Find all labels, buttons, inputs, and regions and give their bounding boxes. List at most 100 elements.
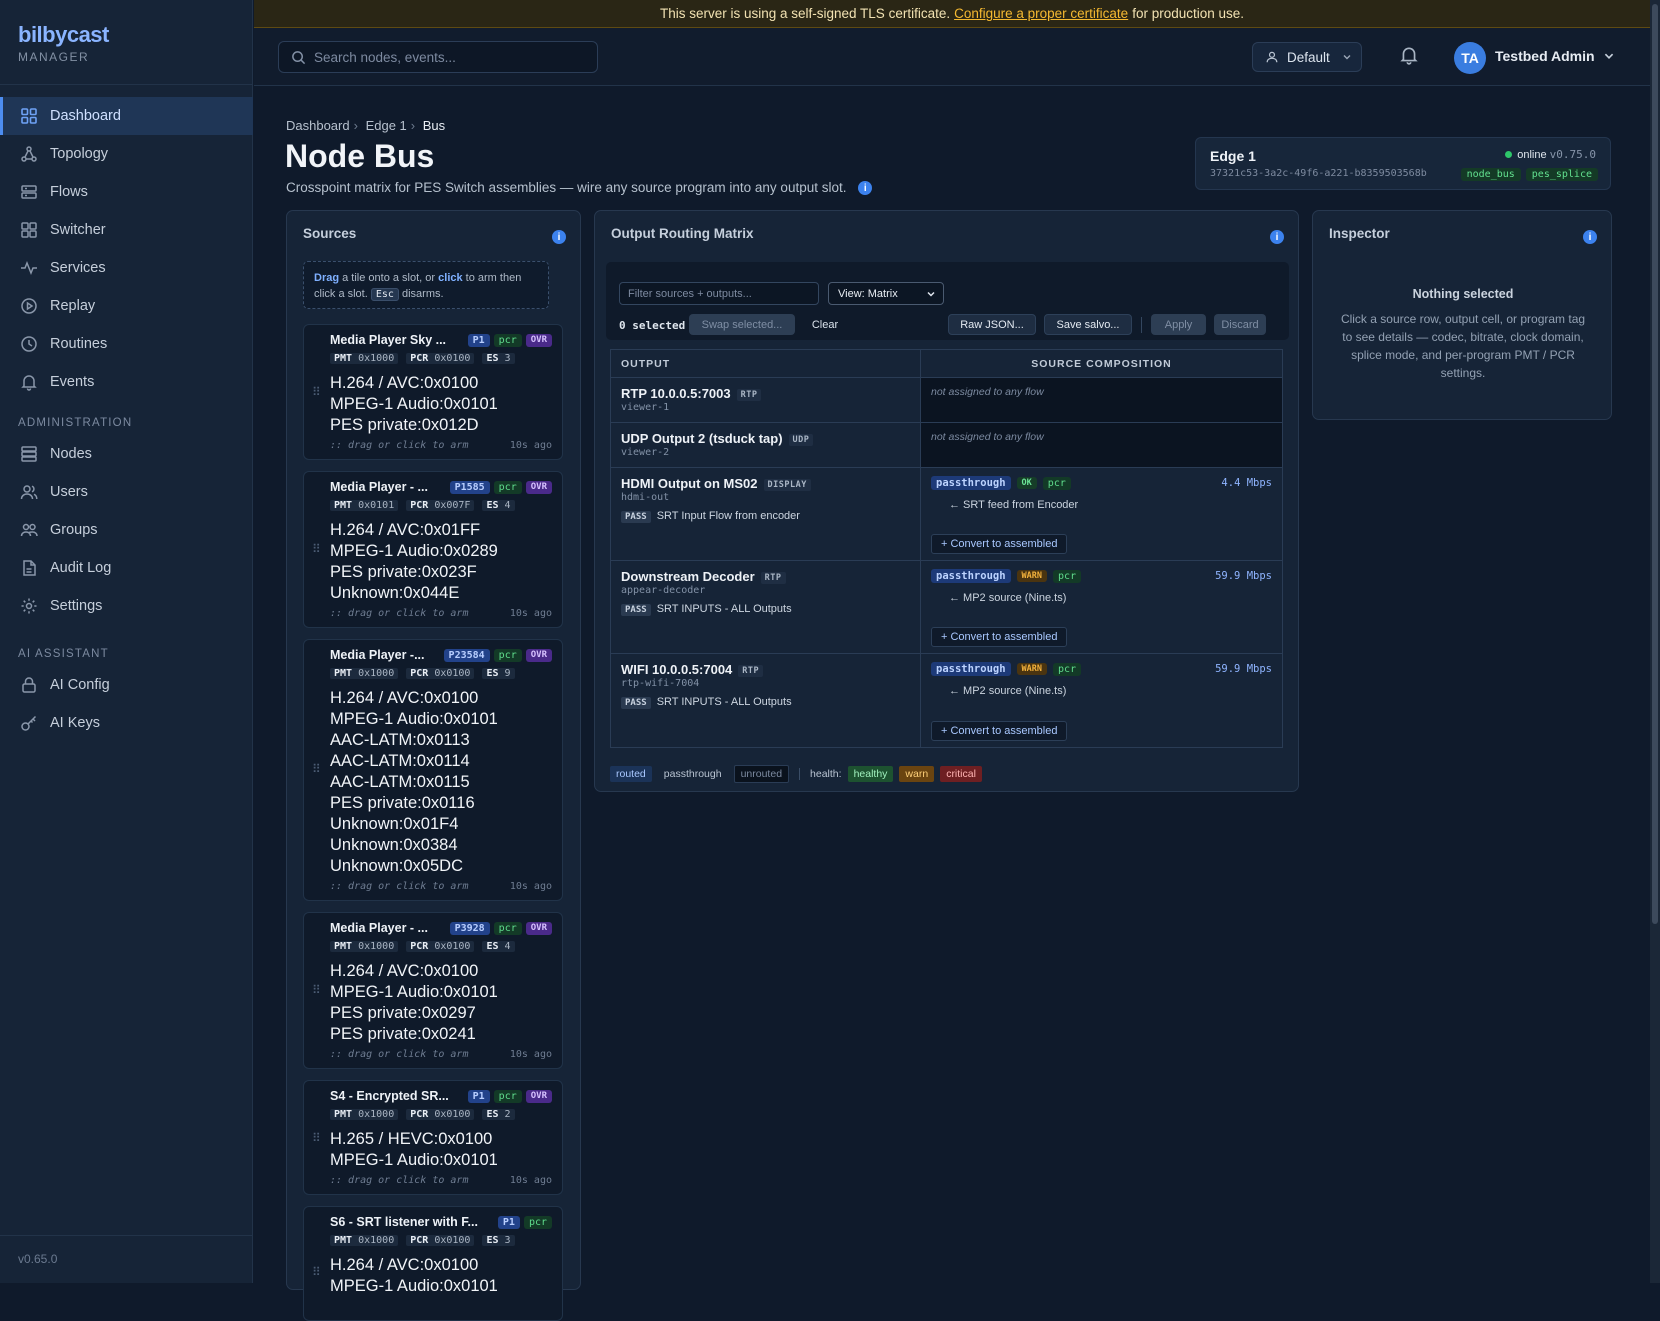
info-icon[interactable]: i — [858, 181, 873, 196]
bell-icon — [21, 375, 37, 391]
clear-button[interactable]: Clear — [805, 314, 845, 335]
brand-logo[interactable]: bilbycast MANAGER — [18, 22, 109, 64]
info-icon[interactable]: i — [1270, 230, 1284, 244]
flow-name: SRT INPUTS - ALL Outputs — [656, 603, 792, 615]
mode-badge[interactable]: passthrough — [931, 662, 1011, 676]
stream-line: H.264 / AVC:0x0100 — [330, 374, 479, 392]
mode-badge[interactable]: passthrough — [931, 569, 1011, 583]
configure-certificate-link[interactable]: Configure a proper certificate — [954, 6, 1128, 21]
mode-badge[interactable]: passthrough — [931, 476, 1011, 490]
source-name: S4 - Encrypted SR... — [330, 1089, 449, 1103]
search-input[interactable]: Search nodes, events... — [278, 41, 598, 73]
view-select[interactable]: View: Matrix — [828, 282, 944, 305]
drag-handle-icon[interactable]: ⠿ — [312, 1131, 321, 1145]
composition-cell[interactable]: passthrough OK pcr 4.4 Mbps ← SRT feed fro… — [921, 468, 1282, 560]
program-badge[interactable]: P23584 — [443, 649, 490, 662]
source-tile[interactable]: Media Player Sky ... P1 pcr OVR PMT 0x1000… — [303, 324, 563, 460]
sidebar-item-groups[interactable]: Groups — [0, 511, 253, 549]
source-age: 10s ago — [509, 881, 552, 892]
save-salvo-button[interactable]: Save salvo... — [1044, 314, 1132, 335]
sidebar-item-ai-config[interactable]: AI Config — [0, 666, 253, 704]
avatar[interactable]: TA — [1454, 42, 1486, 74]
legend-critical: critical — [940, 766, 982, 782]
sidebar-item-label: Replay — [50, 298, 96, 314]
table-row[interactable]: UDP Output 2 (tsduck tap) UDP viewer-2 not… — [611, 423, 1282, 468]
convert-to-assembled-button[interactable]: + Convert to assembled — [931, 721, 1068, 741]
info-icon[interactable]: i — [552, 230, 566, 244]
stream-line: H.264 / AVC:0x0100 — [330, 689, 479, 707]
table-row[interactable]: Downstream Decoder RTP appear-decoder PASS S… — [611, 561, 1282, 654]
sidebar-item-nodes[interactable]: Nodes — [0, 435, 253, 473]
pmt-pid: 0x1000 — [358, 353, 395, 364]
source-tile[interactable]: S4 - Encrypted SR... P1 pcr OVR PMT 0x1000… — [303, 1080, 563, 1195]
chevron-down-icon — [1343, 55, 1351, 60]
filter-input[interactable]: Filter sources + outputs... — [619, 282, 819, 305]
convert-to-assembled-button[interactable]: + Convert to assembled — [931, 627, 1068, 647]
table-row[interactable]: RTP 10.0.0.5:7003 RTP viewer-1 not assigne… — [611, 378, 1282, 423]
composition-cell[interactable]: passthrough WARN pcr 59.9 Mbps ← MP2 sourc… — [921, 654, 1282, 747]
program-badge[interactable]: P1 — [497, 1216, 520, 1229]
elementary-streams: H.264 / AVC:0x0100 MPEG-1 Audio:0x0101 P… — [330, 373, 498, 436]
gear-icon — [21, 598, 37, 614]
program-badge[interactable]: P3928 — [449, 922, 490, 935]
source-tile[interactable]: Media Player - ... P3928 pcr OVR PMT 0x100… — [303, 912, 563, 1069]
raw-json-button[interactable]: Raw JSON... — [948, 314, 1036, 335]
es-count: 4 — [504, 500, 511, 511]
table-row[interactable]: HDMI Output on MS02 DISPLAY hdmi-out PASS SR… — [611, 468, 1282, 561]
sidebar-item-events[interactable]: Events — [0, 363, 253, 401]
drag-handle-icon[interactable]: ⠿ — [312, 983, 321, 997]
breadcrumb-dashboard[interactable]: Dashboard — [286, 118, 350, 133]
discard-button[interactable]: Discard — [1214, 314, 1266, 335]
document-icon — [23, 560, 36, 576]
stream-line: H.264 / AVC:0x0100 — [330, 962, 479, 980]
sidebar-item-flows[interactable]: Flows — [0, 173, 253, 211]
source-tile[interactable]: Media Player -... P23584 pcr OVR PMT 0x100… — [303, 639, 563, 901]
composition-column-header: SOURCE COMPOSITION — [1031, 357, 1172, 370]
drag-handle-icon[interactable]: ⠿ — [312, 1265, 321, 1279]
sidebar-item-users[interactable]: Users — [0, 473, 253, 511]
user-name[interactable]: Testbed Admin — [1495, 48, 1595, 64]
sidebar-item-replay[interactable]: Replay — [0, 287, 253, 325]
notifications-button[interactable] — [1399, 45, 1419, 68]
node-card[interactable]: Edge 1 37321c53-3a2c-49f6-a221-b83595035… — [1195, 137, 1611, 190]
sidebar-item-settings[interactable]: Settings — [0, 587, 253, 625]
stream-line: H.264 / AVC:0x01FF — [330, 521, 481, 539]
sidebar-item-topology[interactable]: Topology — [0, 135, 253, 173]
drag-handle-icon[interactable]: ⠿ — [312, 385, 321, 399]
drag-handle-icon[interactable]: ⠿ — [312, 542, 321, 556]
table-row[interactable]: WIFI 10.0.0.5:7004 RTP rtp-wifi-7004 PASS SR… — [611, 654, 1282, 747]
breadcrumb-edge-1[interactable]: Edge 1 — [366, 118, 407, 133]
pcr-badge: pcr — [493, 334, 522, 347]
sidebar-item-switcher[interactable]: Switcher — [0, 211, 253, 249]
banner-suffix: for production use. — [1132, 6, 1245, 21]
workspace-selector[interactable]: Default — [1252, 42, 1362, 72]
sidebar-item-label: Groups — [50, 522, 98, 538]
program-badge[interactable]: P1 — [467, 1090, 490, 1103]
inspector-empty-description: Click a source row, output cell, or prog… — [1340, 312, 1586, 380]
composition-cell[interactable]: not assigned to any flow — [921, 423, 1282, 467]
sidebar-item-services[interactable]: Services — [0, 249, 253, 287]
chevron-down-icon[interactable] — [1603, 50, 1615, 62]
hint-text: a tile onto a slot, or — [342, 272, 436, 284]
output-id: rtp-wifi-7004 — [621, 678, 700, 689]
source-tile[interactable]: S6 - SRT listener with F... P1 pcr PMT 0x… — [303, 1206, 563, 1321]
source-feed: ← MP2 source (Nine.ts) — [949, 685, 1067, 697]
source-tile[interactable]: Media Player - ... P1585 pcr OVR PMT 0x010… — [303, 471, 563, 628]
sidebar-item-routines[interactable]: Routines — [0, 325, 253, 363]
swap-selected-button[interactable]: Swap selected... — [689, 314, 795, 335]
convert-to-assembled-button[interactable]: + Convert to assembled — [931, 534, 1068, 554]
sidebar-item-ai-keys[interactable]: AI Keys — [0, 704, 253, 742]
node-version: v0.75.0 — [1549, 148, 1596, 161]
drag-handle-icon[interactable]: ⠿ — [312, 762, 321, 776]
health-badge: WARN — [1016, 570, 1048, 582]
info-icon[interactable]: i — [1583, 230, 1597, 244]
legend-passthrough: passthrough — [663, 768, 722, 780]
program-badge[interactable]: P1 — [467, 334, 490, 347]
sidebar-item-dashboard[interactable]: Dashboard — [0, 97, 253, 135]
scrollbar-thumb[interactable] — [1652, 4, 1658, 924]
program-badge[interactable]: P1585 — [449, 481, 490, 494]
composition-cell[interactable]: not assigned to any flow — [921, 378, 1282, 422]
apply-button[interactable]: Apply — [1151, 314, 1206, 335]
composition-cell[interactable]: passthrough WARN pcr 59.9 Mbps ← MP2 sourc… — [921, 561, 1282, 653]
sidebar-item-audit-log[interactable]: Audit Log — [0, 549, 253, 587]
